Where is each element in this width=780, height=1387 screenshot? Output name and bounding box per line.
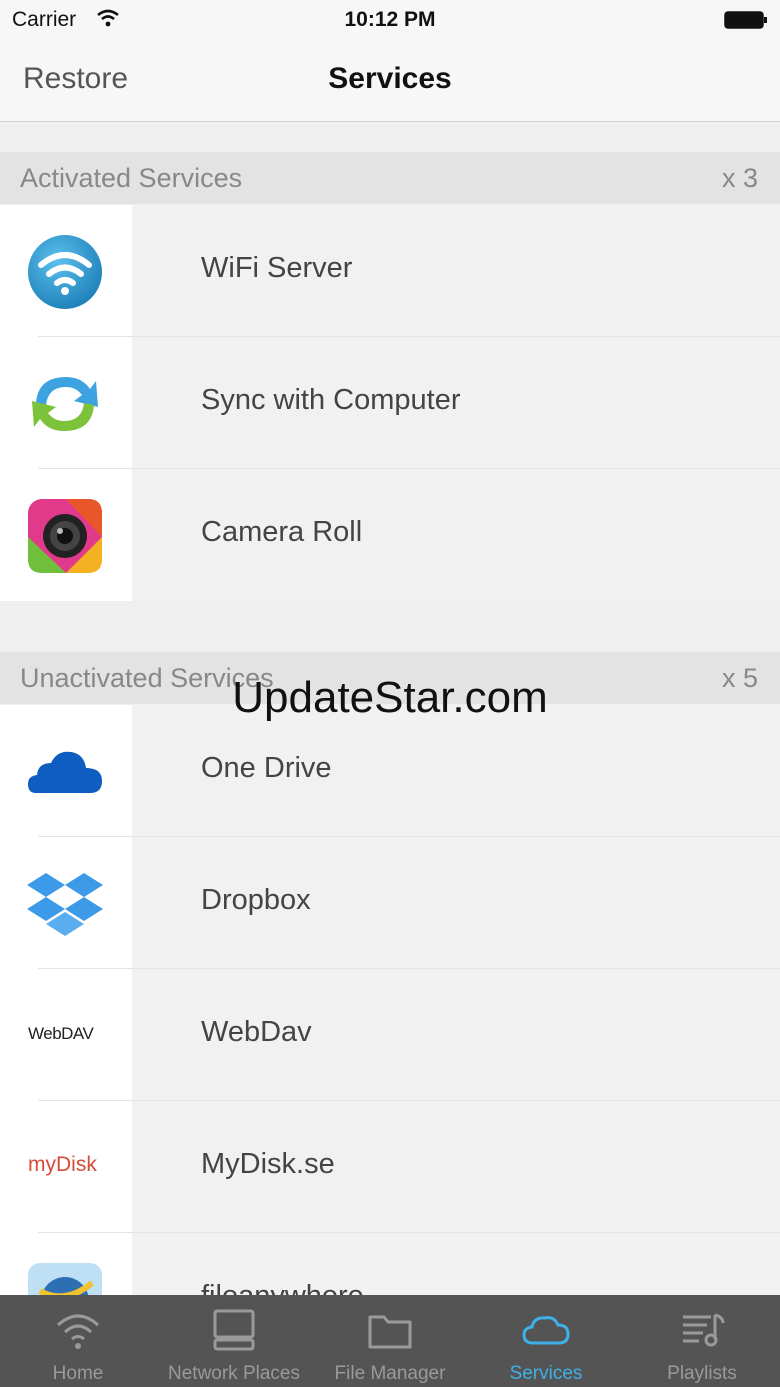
battery-icon xyxy=(724,11,767,29)
service-row-webdav[interactable]: WebDAV WebDav xyxy=(0,969,780,1101)
tab-label: Services xyxy=(509,1363,583,1384)
service-name: Sync with Computer xyxy=(201,384,461,416)
home-wifi-icon xyxy=(56,1314,100,1349)
tab-file-manager[interactable]: File Manager xyxy=(312,1295,468,1387)
service-row-dropbox[interactable]: Dropbox xyxy=(0,837,780,969)
service-row-wifi-server[interactable]: WiFi Server xyxy=(0,205,780,337)
playlist-icon xyxy=(683,1313,725,1347)
service-row-mydisk[interactable]: myDisk MyDisk.se xyxy=(0,1101,780,1233)
service-name: WebDav xyxy=(201,1016,312,1048)
network-places-icon xyxy=(213,1309,255,1351)
tab-playlists[interactable]: Playlists xyxy=(624,1295,780,1387)
tab-label: Playlists xyxy=(667,1363,737,1384)
service-name: MyDisk.se xyxy=(201,1148,335,1180)
service-row-camera-roll[interactable]: Camera Roll xyxy=(0,469,780,601)
wifi-server-icon xyxy=(28,235,102,309)
webdav-icon: WebDAV xyxy=(28,1024,94,1043)
service-row-one-drive[interactable]: One Drive xyxy=(0,705,780,837)
tab-label: Network Places xyxy=(168,1363,300,1384)
dropbox-icon xyxy=(27,873,103,936)
cloud-icon xyxy=(522,1316,570,1345)
clock: 10:12 PM xyxy=(344,8,436,31)
section-title: Activated Services xyxy=(20,163,243,193)
tab-network-places[interactable]: Network Places xyxy=(156,1295,312,1387)
status-bar: Carrier 10:12 PM xyxy=(0,0,780,40)
folder-icon xyxy=(368,1315,412,1349)
service-name: One Drive xyxy=(201,752,332,784)
service-name: WiFi Server xyxy=(201,252,353,284)
tab-label: Home xyxy=(52,1363,104,1384)
sync-icon xyxy=(32,377,98,431)
service-name: Dropbox xyxy=(201,884,311,916)
page-title: Services xyxy=(328,62,452,95)
service-row-sync-with-computer[interactable]: Sync with Computer xyxy=(0,337,780,469)
tab-home[interactable]: Home xyxy=(0,1295,156,1387)
service-name: Camera Roll xyxy=(201,516,363,548)
camera-roll-icon xyxy=(28,499,102,573)
mydisk-icon: myDisk xyxy=(28,1153,97,1176)
activated-services-header: Activated Services x 3 xyxy=(0,152,780,204)
tab-bar: Home Network Places File Manager Service… xyxy=(0,1295,780,1387)
tab-label: File Manager xyxy=(334,1363,446,1384)
watermark: UpdateStar.com xyxy=(232,673,548,722)
navigation-bar: Restore Services xyxy=(0,40,780,122)
onedrive-icon xyxy=(28,751,102,793)
tab-services[interactable]: Services xyxy=(468,1295,624,1387)
section-count: x 3 xyxy=(721,163,758,193)
